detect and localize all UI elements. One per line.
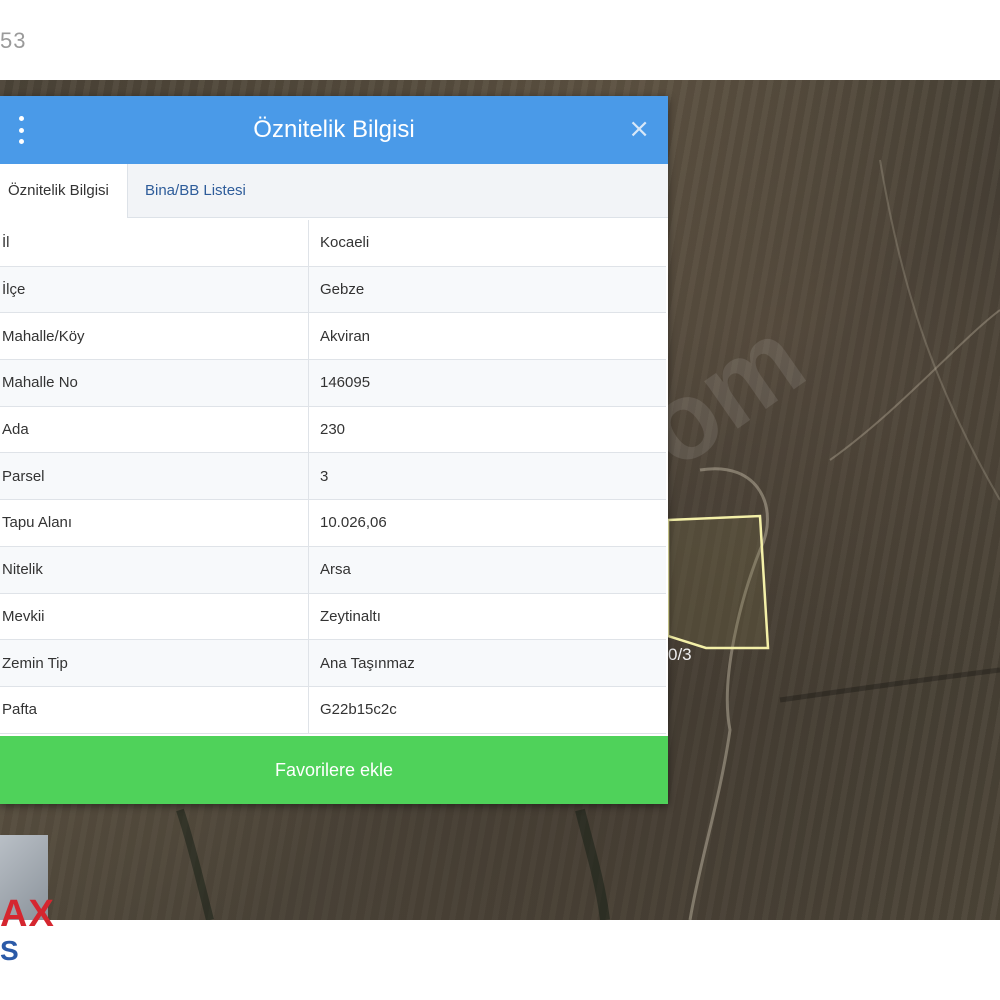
close-icon[interactable]: ×: [628, 114, 650, 144]
table-row: Mahalle No 146095: [0, 360, 666, 407]
table-row: Mahalle/Köy Akviran: [0, 313, 666, 361]
field-track: [879, 159, 1000, 501]
table-row: Zemin Tip Ana Taşınmaz: [0, 640, 666, 687]
row-value: Akviran: [320, 327, 371, 345]
row-value: 10.026,06: [320, 514, 387, 532]
tree-line: [176, 808, 214, 920]
table-row: İlçe Gebze: [0, 266, 666, 314]
table-row: Tapu Alanı 10.026,06: [0, 500, 666, 547]
row-key: Parsel: [0, 453, 309, 500]
row-key: İlçe: [0, 266, 309, 313]
parcel-outline[interactable]: [666, 514, 770, 650]
row-value: G22b15c2c: [320, 701, 397, 719]
row-key: İl: [0, 220, 309, 266]
listing-number: 53: [0, 28, 27, 53]
row-value: Zeytinaltı: [320, 607, 381, 625]
table-row: Nitelik Arsa: [0, 546, 666, 594]
attribute-dialog: Öznitelik Bilgisi × Öznitelik Bilgisi Bi…: [0, 96, 668, 804]
row-key: Zemin Tip: [0, 640, 309, 686]
row-key: Mahalle/Köy: [0, 313, 309, 360]
field-track: [829, 309, 1000, 461]
tab-building-list[interactable]: Bina/BB Listesi: [145, 164, 246, 218]
table-row: Ada 230: [0, 406, 666, 454]
brand-logo-sub: S: [0, 935, 19, 966]
tree-line: [575, 808, 610, 920]
table-row: İl Kocaeli: [0, 220, 666, 267]
row-key: Tapu Alanı: [0, 500, 309, 546]
row-value: Gebze: [320, 281, 365, 299]
table-row: Parsel 3: [0, 453, 666, 501]
row-value: 146095: [320, 374, 371, 392]
page: 53 om 0/3 Öznitelik Bilgisi × Öznitelik …: [0, 0, 1000, 1000]
row-key: Mevkii: [0, 593, 309, 640]
row-value: 230: [320, 421, 346, 439]
dialog-header: Öznitelik Bilgisi ×: [0, 96, 668, 164]
row-key: Mahalle No: [0, 360, 309, 406]
tab-bar: Öznitelik Bilgisi Bina/BB Listesi: [0, 164, 668, 218]
tab-attribute-info[interactable]: Öznitelik Bilgisi: [0, 164, 128, 218]
brand-logo: AX: [0, 893, 55, 935]
parcel-label: 0/3: [668, 645, 692, 664]
row-value: Kocaeli: [320, 234, 370, 252]
row-key: Ada: [0, 406, 309, 453]
dialog-title: Öznitelik Bilgisi: [253, 116, 415, 143]
row-key: Pafta: [0, 686, 309, 733]
attribute-table: İl Kocaeli İlçe Gebze Mahalle/Köy Akvira…: [0, 220, 666, 734]
add-to-favorites-button[interactable]: Favorilere ekle: [0, 736, 668, 804]
field-boundary: [779, 667, 1000, 703]
row-key: Nitelik: [0, 546, 309, 593]
table-row: Pafta G22b15c2c: [0, 686, 666, 734]
row-value: Arsa: [320, 561, 351, 579]
row-value: 3: [320, 467, 329, 485]
row-value: Ana Taşınmaz: [320, 654, 415, 672]
table-row: Mevkii Zeytinaltı: [0, 593, 666, 641]
